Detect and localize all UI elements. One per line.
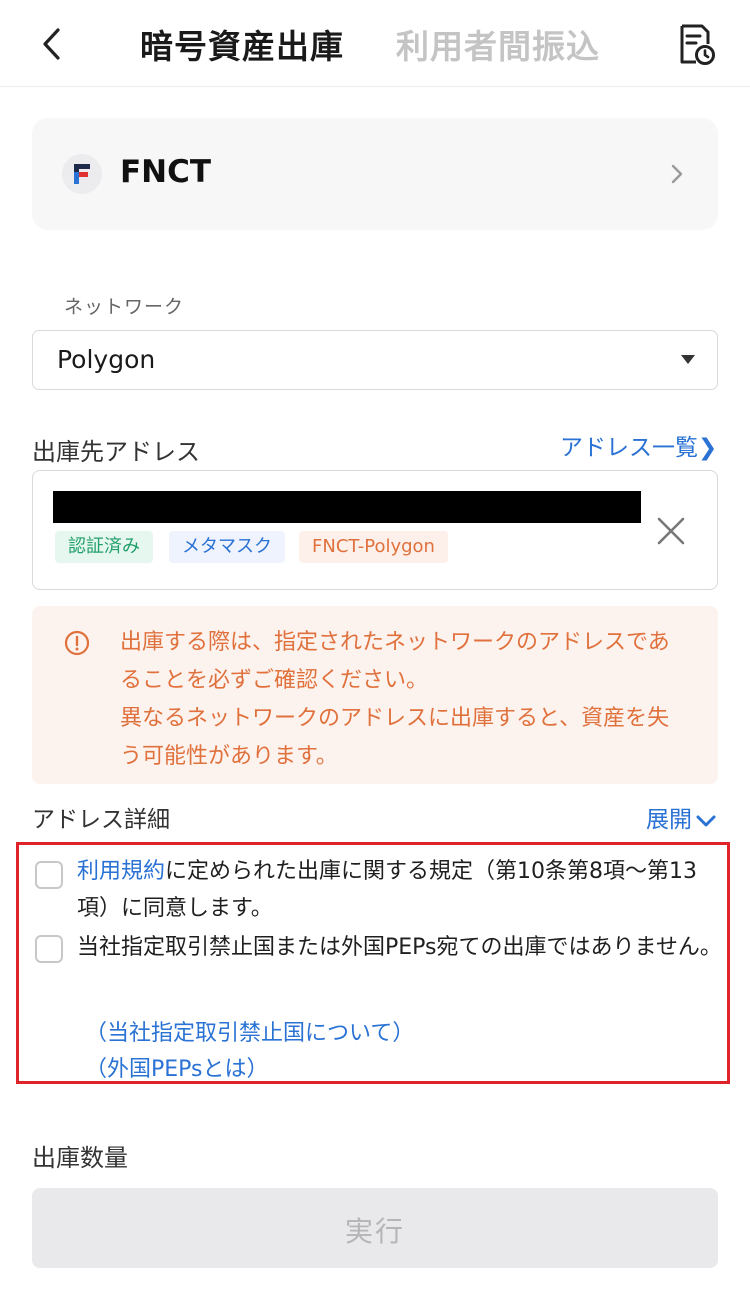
terms-consent-body: に定められた出庫に関する規定（第10条第8項〜第13項）に同意します。	[77, 859, 698, 921]
redacted-address	[53, 491, 641, 523]
expand-toggle[interactable]: 展開	[646, 800, 717, 834]
address-label: 出庫先アドレス	[32, 438, 200, 466]
warning-line-2: 異なるネットワークのアドレスに出庫すると、資産を失う可能性があります。	[120, 706, 670, 769]
chevron-down-icon	[696, 815, 716, 826]
amount-label: 出庫数量	[32, 1144, 128, 1172]
terms-checkbox[interactable]	[35, 861, 63, 889]
wallet-tag: メタマスク	[169, 531, 285, 563]
caret-down-icon	[681, 355, 695, 364]
consent-section: 利用規約に定められた出庫に関する規定（第10条第8項〜第13項）に同意します。 …	[16, 842, 730, 1084]
prohibited-countries-link[interactable]: （当社指定取引禁止国について）	[85, 1015, 414, 1047]
warning-text: 出庫する際は、指定されたネットワークのアドレスであることを必ずご確認ください。 …	[120, 624, 690, 776]
terms-consent-text: 利用規約に定められた出庫に関する規定（第10条第8項〜第13項）に同意します。	[77, 853, 723, 927]
sanctions-consent-text: 当社指定取引禁止国または外国PEPs宛ての出庫ではありません。	[77, 935, 722, 960]
execute-label: 実行	[344, 1215, 405, 1248]
tab-crypto-withdrawal[interactable]: 暗号資産出庫	[140, 20, 344, 68]
expand-label: 展開	[646, 807, 692, 833]
verified-tag: 認証済み	[55, 531, 153, 563]
asset-name: FNCT	[120, 154, 212, 190]
address-field[interactable]: 認証済み メタマスク FNCT-Polygon	[32, 470, 718, 590]
network-label: ネットワーク	[64, 296, 185, 318]
tab-user-transfer[interactable]: 利用者間振込	[396, 20, 600, 68]
foreign-peps-link[interactable]: （外国PEPsとは）	[85, 1051, 269, 1083]
network-value: Polygon	[57, 345, 156, 374]
warning-line-1: 出庫する際は、指定されたネットワークのアドレスであることを必ずご確認ください。	[120, 630, 670, 693]
network-tag: FNCT-Polygon	[299, 531, 448, 563]
history-icon[interactable]	[676, 22, 716, 66]
address-details-label: アドレス詳細	[32, 807, 170, 833]
close-icon[interactable]	[655, 515, 687, 547]
network-select[interactable]: Polygon	[32, 330, 718, 390]
asset-selector[interactable]: FNCT	[32, 118, 718, 230]
back-arrow-icon[interactable]	[34, 24, 74, 64]
sanctions-checkbox[interactable]	[35, 935, 63, 963]
address-list-link[interactable]: アドレス一覧❯	[560, 428, 717, 462]
chevron-right-icon	[671, 164, 683, 184]
warning-icon	[64, 630, 90, 656]
fnct-logo-icon	[62, 154, 102, 194]
terms-link[interactable]: 利用規約	[77, 859, 165, 884]
top-bar: 暗号資産出庫 利用者間振込	[0, 0, 750, 87]
warning-banner: 出庫する際は、指定されたネットワークのアドレスであることを必ずご確認ください。 …	[32, 606, 718, 784]
execute-button[interactable]: 実行	[32, 1188, 718, 1268]
